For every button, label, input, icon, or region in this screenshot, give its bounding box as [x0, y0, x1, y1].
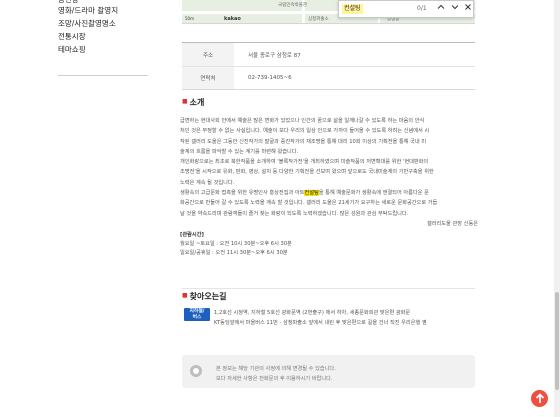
side-menu-item-theme-shopping[interactable]: 테마쇼핑 — [58, 43, 148, 56]
chevron-up-icon[interactable] — [435, 3, 447, 15]
intro-line: 날 것을 약속드리며 관람객들이 즐거 찾는 화랑이 되도록 노력하겠습니다. … — [180, 210, 409, 217]
intro-line-highlighted: 생활속의 고급문화 접촉을 위한 유명인사 홍상전집과 아트컨설팅을 통해 예술… — [180, 190, 429, 197]
section-marker-icon: ■ — [182, 292, 188, 299]
side-menu: 공연장 영화/드라마 촬영지 조망/사진촬영명소 전통시장 테마쇼핑 — [58, 0, 148, 76]
contact-value: 02-739-1405~6 — [248, 75, 292, 81]
hours-holiday: 일요일/공휴일 : 오전 11시 30분~오후 6시 30분 — [180, 250, 288, 256]
intro-line: 작된 갤러리 도울은 그동안 신진작가의 발굴과 중진작가의 재조명을 통해 대… — [180, 138, 427, 145]
side-menu-item-photo-spot[interactable]: 조망/사진촬영명소 — [58, 17, 148, 30]
notice-text: 본 정보는 해당 기관의 사정에 의해 변경될 수 있습니다. 보다 자세한 사… — [216, 366, 336, 382]
section-divider — [182, 288, 475, 289]
chevron-down-icon[interactable] — [449, 3, 461, 15]
map-label: 국립민속박물관 — [278, 3, 307, 8]
address-value: 서울 종로구 삼청로 87 — [248, 52, 301, 59]
map-scale: 50m — [185, 16, 194, 21]
directions-block: 지하철/ 버스 1,2호선 시청역, 지하철 5호선 광화문역 (2번출구) 에… — [184, 308, 474, 334]
opening-hours: [관람시간] 월요일 ~토요일 : 오전 10시 30분~오후 6시 30분 일… — [180, 231, 478, 258]
contact-label: 연락처 — [182, 67, 234, 89]
find-in-page-bar: 컨설팅 0/1 — [338, 0, 474, 18]
search-highlight: 컨설팅 — [304, 190, 319, 197]
section-marker-icon: ■ — [182, 98, 188, 105]
find-match-count: 0/1 — [417, 5, 427, 12]
directions-text: 1,2호선 시청역, 지하철 5호선 광화문역 (2번출구) 에서 하차, 세종… — [214, 310, 427, 326]
side-menu-item-filming-location[interactable]: 영화/드라마 촬영지 — [58, 4, 148, 17]
notice-box: 본 정보는 해당 기관의 사정에 의해 변경될 수 있습니다. 보다 자세한 사… — [182, 355, 475, 388]
intro-text: 급변하는 현대사회 안에서 예술은 많은 변화가 있었으나 인간의 꿈으로 삶을… — [180, 116, 478, 229]
page-scrollbar[interactable] — [554, 0, 560, 417]
back-to-top-button[interactable] — [531, 390, 548, 407]
intro-signature: 갤러리도울 관장 신동은 — [426, 220, 478, 227]
intro-heading: ■ 소개 — [182, 98, 205, 107]
close-icon[interactable] — [462, 3, 474, 15]
side-menu-divider — [58, 75, 148, 76]
hours-heading: [관람시간] — [180, 232, 204, 238]
intro-line: 급변하는 현대사회 안에서 예술은 많은 변화가 있었으나 인간의 꿈으로 삶을… — [180, 118, 425, 124]
intro-line: 처인 것은 부정할 수 없는 사실입니다. 예술이 보다 우리의 일상 안으로 … — [180, 128, 430, 135]
kakao-logo: kakao — [224, 16, 241, 22]
intro-line: 술계의 흐름을 파악할 수 있는 계기를 마련해 왔습니다. — [180, 148, 299, 155]
side-menu-item-traditional-market[interactable]: 전통시장 — [58, 30, 148, 43]
intro-line: 화공간으로 만들어 갈 수 있도록 노력을 계속 할 것입니다. 갤러리 도울은… — [180, 200, 438, 207]
scrollbar-thumb[interactable] — [555, 292, 559, 390]
info-row-contact: 연락처 02-739-1405~6 — [182, 66, 475, 89]
find-query-input[interactable]: 컨설팅 — [342, 4, 363, 14]
map-label: 삼청파출소 — [308, 17, 329, 22]
address-label: 주소 — [182, 43, 234, 66]
intro-line: 조명전'을 시작으로 유화, 판화, 영상, 설치 등 다양한 기획전을 선보여… — [180, 169, 434, 176]
intro-line: 개인화랑으로는 최초로 북한작품을 소개하여 '블록작가전'을 개최하였으며 미… — [180, 159, 429, 166]
directions-heading: ■ 찾아오는길 — [182, 292, 227, 301]
info-table: 주소 서울 종로구 삼청로 87 연락처 02-739-1405~6 — [182, 42, 475, 90]
hours-weekday: 월요일 ~토요일 : 오전 10시 30분~오후 6시 30분 — [180, 241, 292, 247]
info-icon — [190, 365, 202, 377]
subway-bus-badge: 지하철/ 버스 — [184, 308, 210, 321]
intro-line: 노력은 계속 될 것입니다. — [180, 179, 235, 186]
arrow-up-icon — [535, 393, 544, 403]
info-row-address: 주소 서울 종로구 삼청로 87 — [182, 43, 475, 66]
